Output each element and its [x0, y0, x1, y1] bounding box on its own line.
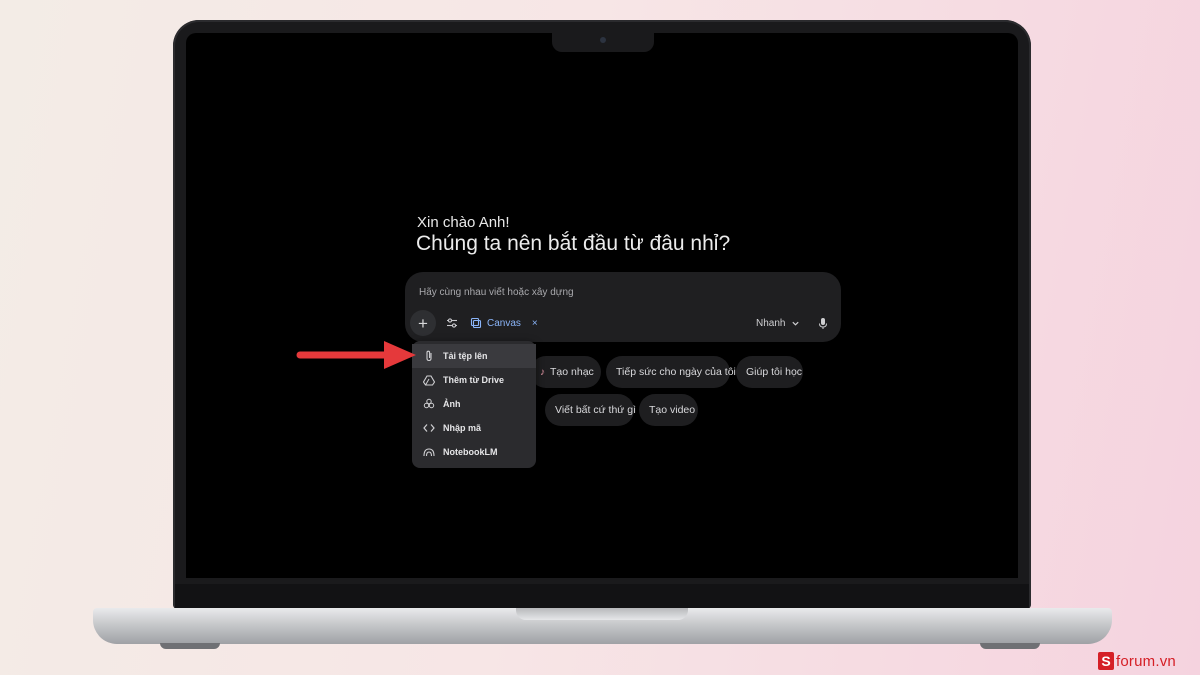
- watermark-text: forum.vn: [1116, 652, 1176, 670]
- menu-item-add-from-drive[interactable]: Thêm từ Drive: [412, 368, 536, 392]
- suggestion-chip-help-learn[interactable]: Giúp tôi học: [736, 356, 803, 388]
- base-groove: [516, 608, 688, 620]
- suggestion-chip-boost-day[interactable]: Tiếp sức cho ngày của tôi: [606, 356, 736, 388]
- suggestion-label: Giúp tôi học: [746, 366, 803, 378]
- suggestion-chip-write-anything[interactable]: Viết bất cứ thứ gì: [545, 394, 636, 426]
- suggestion-chip-create-video[interactable]: Tạo video: [639, 394, 698, 426]
- sliders-icon: [447, 318, 457, 328]
- greeting-subtitle: Xin chào Anh!: [417, 214, 510, 231]
- tools-button[interactable]: [443, 314, 461, 332]
- menu-item-label: Ảnh: [443, 399, 461, 409]
- suggestion-chip-create-music[interactable]: ♪ Tạo nhạc: [530, 356, 601, 388]
- code-icon: [422, 421, 436, 435]
- sforum-logo: S: [1098, 652, 1114, 670]
- camera-icon: [600, 37, 606, 43]
- menu-item-notebooklm[interactable]: NotebookLM: [412, 440, 536, 464]
- photo-icon: [422, 397, 436, 411]
- laptop-foot-right: [980, 643, 1040, 649]
- paperclip-icon: [422, 349, 436, 363]
- canvas-close-button[interactable]: ×: [532, 318, 538, 329]
- drive-icon: [422, 373, 436, 387]
- suggestion-label: Tiếp sức cho ngày của tôi: [616, 366, 736, 378]
- suggestion-label: Tạo nhạc: [550, 366, 594, 378]
- menu-item-upload-file[interactable]: Tải tệp lên: [412, 344, 536, 368]
- menu-item-label: Thêm từ Drive: [443, 375, 505, 385]
- attachment-menu: Tải tệp lên Thêm từ Drive Ảnh Nhập mã No…: [412, 341, 536, 468]
- canvas-icon: [470, 317, 482, 329]
- menu-item-import-code[interactable]: Nhập mã: [412, 416, 536, 440]
- canvas-label: Canvas: [487, 317, 521, 329]
- plus-icon: +: [418, 313, 428, 333]
- prompt-input[interactable]: Hãy cùng nhau viết hoặc xây dựng: [419, 287, 574, 298]
- sforum-watermark: S forum.vn: [1098, 650, 1176, 672]
- guitar-icon: ♪: [540, 366, 545, 378]
- mode-label: Nhanh: [756, 317, 786, 329]
- annotation-arrow-icon: [296, 341, 416, 369]
- microphone-button[interactable]: [816, 314, 830, 332]
- menu-item-label: Tải tệp lên: [443, 351, 488, 361]
- add-attachment-button[interactable]: +: [410, 310, 436, 336]
- laptop-foot-left: [160, 643, 220, 649]
- notebooklm-icon: [422, 445, 436, 459]
- canvas-chip[interactable]: Canvas ×: [470, 314, 538, 332]
- microphone-icon: [819, 317, 827, 329]
- menu-item-photo[interactable]: Ảnh: [412, 392, 536, 416]
- menu-item-label: NotebookLM: [443, 447, 498, 457]
- suggestion-label: Viết bất cứ thứ gì: [555, 404, 636, 416]
- greeting-title: Chúng ta nên bắt đầu từ đâu nhỉ?: [416, 232, 731, 255]
- chevron-down-icon: [792, 321, 800, 326]
- mode-dropdown[interactable]: Nhanh: [756, 314, 800, 332]
- bottom-bezel: [175, 584, 1029, 608]
- menu-item-label: Nhập mã: [443, 423, 482, 433]
- suggestion-label: Tạo video: [649, 404, 696, 416]
